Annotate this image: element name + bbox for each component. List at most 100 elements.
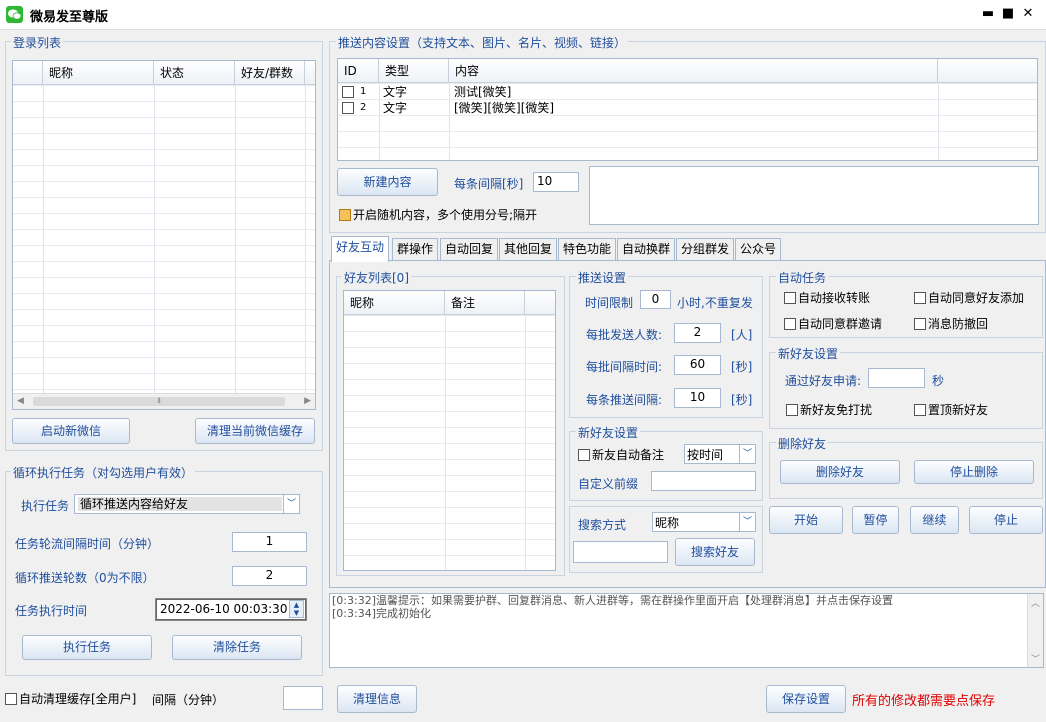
friend-table[interactable]: 昵称 备注 <box>343 290 556 571</box>
col-friend-nickname[interactable]: 昵称 <box>344 291 445 315</box>
anti-recall-label: 消息防撤回 <box>928 317 989 331</box>
auto-clean-input[interactable] <box>283 686 323 710</box>
window-title: 微易发至尊版 <box>30 10 109 25</box>
search-input[interactable] <box>573 541 668 563</box>
maximize-icon[interactable]: ■ <box>998 4 1018 24</box>
delete-friend-button[interactable]: 删除好友 <box>780 460 900 484</box>
resume-button[interactable]: 继续 <box>910 506 959 534</box>
pass-friend-input[interactable] <box>868 368 925 388</box>
note-mode-value: 按时间 <box>687 448 724 462</box>
search-mode-select[interactable]: 昵称 ﹀ <box>652 512 756 532</box>
pass-friend-label: 通过好友申请: <box>785 374 862 388</box>
col-nickname[interactable]: 昵称 <box>43 61 154 85</box>
login-table-header: 昵称 状态 好友/群数 <box>13 61 315 85</box>
col-content[interactable]: 内容 <box>449 59 938 83</box>
auto-accept-friend-label: 自动同意好友添加 <box>928 291 1025 305</box>
row-content: [微笑][微笑][微笑] <box>454 101 555 115</box>
auto-clean-checkbox[interactable]: 自动清理缓存[全用户] <box>5 690 136 707</box>
col-friends[interactable]: 好友/群数 <box>235 61 305 85</box>
log-vscrollbar[interactable]: ︿ ﹀ <box>1027 594 1043 667</box>
rounds-input[interactable]: 2 <box>232 566 307 586</box>
new-content-button[interactable]: 新建内容 <box>337 168 438 196</box>
random-content-label: 开启随机内容，多个使用分号;隔开 <box>353 208 538 222</box>
row-type: 文字 <box>383 85 408 99</box>
scroll-right-icon[interactable]: ▶ <box>304 396 311 406</box>
exec-task-button[interactable]: 执行任务 <box>22 635 152 660</box>
interval-input[interactable]: 1 <box>232 532 307 552</box>
batch-interval-unit: [秒] <box>731 360 753 374</box>
log-area[interactable]: [0:3:32]温馨提示：如果需要护群、回复群消息、新人进群等，需在群操作里面开… <box>329 593 1044 668</box>
task-select[interactable]: 循环推送内容给好友 ﹀ <box>74 494 300 514</box>
table-row[interactable]: 2 文字 [微笑][微笑][微笑] <box>338 100 1037 116</box>
row-checkbox[interactable] <box>342 102 354 114</box>
auto-accept-friend-checkbox[interactable]: 自动同意好友添加 <box>914 289 1024 306</box>
content-table[interactable]: ID 类型 内容 1 文字 测试[微笑] 2 文字 [微笑][微笑][微笑] <box>337 58 1038 161</box>
login-hscrollbar[interactable]: ◀ ⦀ ▶ <box>13 393 315 409</box>
login-table[interactable]: 昵称 状态 好友/群数 ◀ ⦀ ▶ <box>12 60 316 410</box>
tab-friend-interact[interactable]: 好友互动 <box>331 236 390 262</box>
tab-group-broadcast[interactable]: 分组群发 <box>676 238 735 260</box>
tab-other-reply[interactable]: 其他回复 <box>499 238 558 260</box>
close-icon[interactable]: ✕ <box>1018 4 1038 24</box>
tab-group-ops[interactable]: 群操作 <box>392 238 439 260</box>
item-push-interval-label: 每条推送间隔: <box>586 393 663 407</box>
new-friend-right-label: 新好友设置 <box>776 345 841 362</box>
no-disturb-checkbox[interactable]: 新好友免打扰 <box>786 401 872 418</box>
item-push-interval-input[interactable]: 10 <box>674 388 721 408</box>
login-list-label: 登录列表 <box>11 34 64 51</box>
col-type[interactable]: 类型 <box>379 59 449 83</box>
login-table-body <box>13 85 315 393</box>
chevron-down-icon[interactable]: ﹀ <box>283 495 299 513</box>
spinner-icon[interactable]: ▲ ▼ <box>289 600 304 618</box>
search-mode-label: 搜索方式 <box>578 518 627 532</box>
note-mode-select[interactable]: 按时间 ﹀ <box>684 444 756 464</box>
minimize-icon[interactable]: ▬ <box>978 4 998 24</box>
col-status[interactable]: 状态 <box>154 61 235 85</box>
random-content-textarea[interactable] <box>589 166 1039 225</box>
push-settings-label: 推送设置 <box>576 269 629 286</box>
datetime-input[interactable]: 2022-06-10 00:03:30 ▲ ▼ <box>155 598 307 621</box>
row-checkbox[interactable] <box>342 86 354 98</box>
item-push-interval-unit: [秒] <box>731 393 753 407</box>
batch-interval-input[interactable]: 60 <box>674 355 721 375</box>
save-settings-button[interactable]: 保存设置 <box>766 685 846 713</box>
start-button[interactable]: 开始 <box>769 506 843 534</box>
col-friend-note[interactable]: 备注 <box>445 291 525 315</box>
log-line: [0:3:32]温馨提示：如果需要护群、回复群消息、新人进群等，需在群操作里面开… <box>332 594 893 607</box>
item-interval-input[interactable]: 10 <box>533 172 579 192</box>
stop-button[interactable]: 停止 <box>969 506 1043 534</box>
col-id[interactable]: ID <box>338 59 379 83</box>
batch-count-input[interactable]: 2 <box>674 323 721 343</box>
clear-task-button[interactable]: 清除任务 <box>172 635 302 660</box>
clear-info-button[interactable]: 清理信息 <box>337 685 417 713</box>
stop-delete-button[interactable]: 停止删除 <box>914 460 1034 484</box>
scroll-thumb[interactable]: ⦀ <box>33 397 285 406</box>
pin-friend-checkbox[interactable]: 置顶新好友 <box>914 401 988 418</box>
prefix-label: 自定义前缀 <box>578 477 639 491</box>
time-limit-input[interactable]: 0 <box>640 290 671 309</box>
auto-accept-group-checkbox[interactable]: 自动同意群邀请 <box>784 315 882 332</box>
chevron-down-icon[interactable]: ﹀ <box>739 513 755 531</box>
auto-note-checkbox[interactable]: 新友自动备注 <box>578 446 664 463</box>
table-row[interactable]: 1 文字 测试[微笑] <box>338 84 1037 100</box>
auto-receive-transfer-checkbox[interactable]: 自动接收转账 <box>784 289 870 306</box>
scroll-left-icon[interactable]: ◀ <box>17 396 24 406</box>
tab-official-account[interactable]: 公众号 <box>735 238 782 260</box>
scroll-down-icon[interactable]: ﹀ <box>1031 652 1040 665</box>
tab-auto-reply[interactable]: 自动回复 <box>440 238 499 260</box>
prefix-input[interactable] <box>651 471 756 491</box>
random-content-checkbox[interactable]: 开启随机内容，多个使用分号;隔开 <box>339 206 537 223</box>
time-label: 任务执行时间 <box>15 604 88 618</box>
tab-auto-switch-group[interactable]: 自动换群 <box>617 238 676 260</box>
tab-features[interactable]: 特色功能 <box>558 238 617 260</box>
auto-accept-group-label: 自动同意群邀请 <box>798 317 883 331</box>
scroll-up-icon[interactable]: ︿ <box>1031 596 1040 609</box>
pin-friend-label: 置顶新好友 <box>928 403 989 417</box>
clear-cache-button[interactable]: 清理当前微信缓存 <box>195 418 315 444</box>
chevron-down-icon[interactable]: ﹀ <box>739 445 755 463</box>
start-wechat-button[interactable]: 启动新微信 <box>12 418 130 444</box>
auto-tasks-label: 自动任务 <box>776 269 829 286</box>
anti-recall-checkbox[interactable]: 消息防撤回 <box>914 315 988 332</box>
pause-button[interactable]: 暂停 <box>852 506 899 534</box>
search-friend-button[interactable]: 搜索好友 <box>675 538 755 566</box>
